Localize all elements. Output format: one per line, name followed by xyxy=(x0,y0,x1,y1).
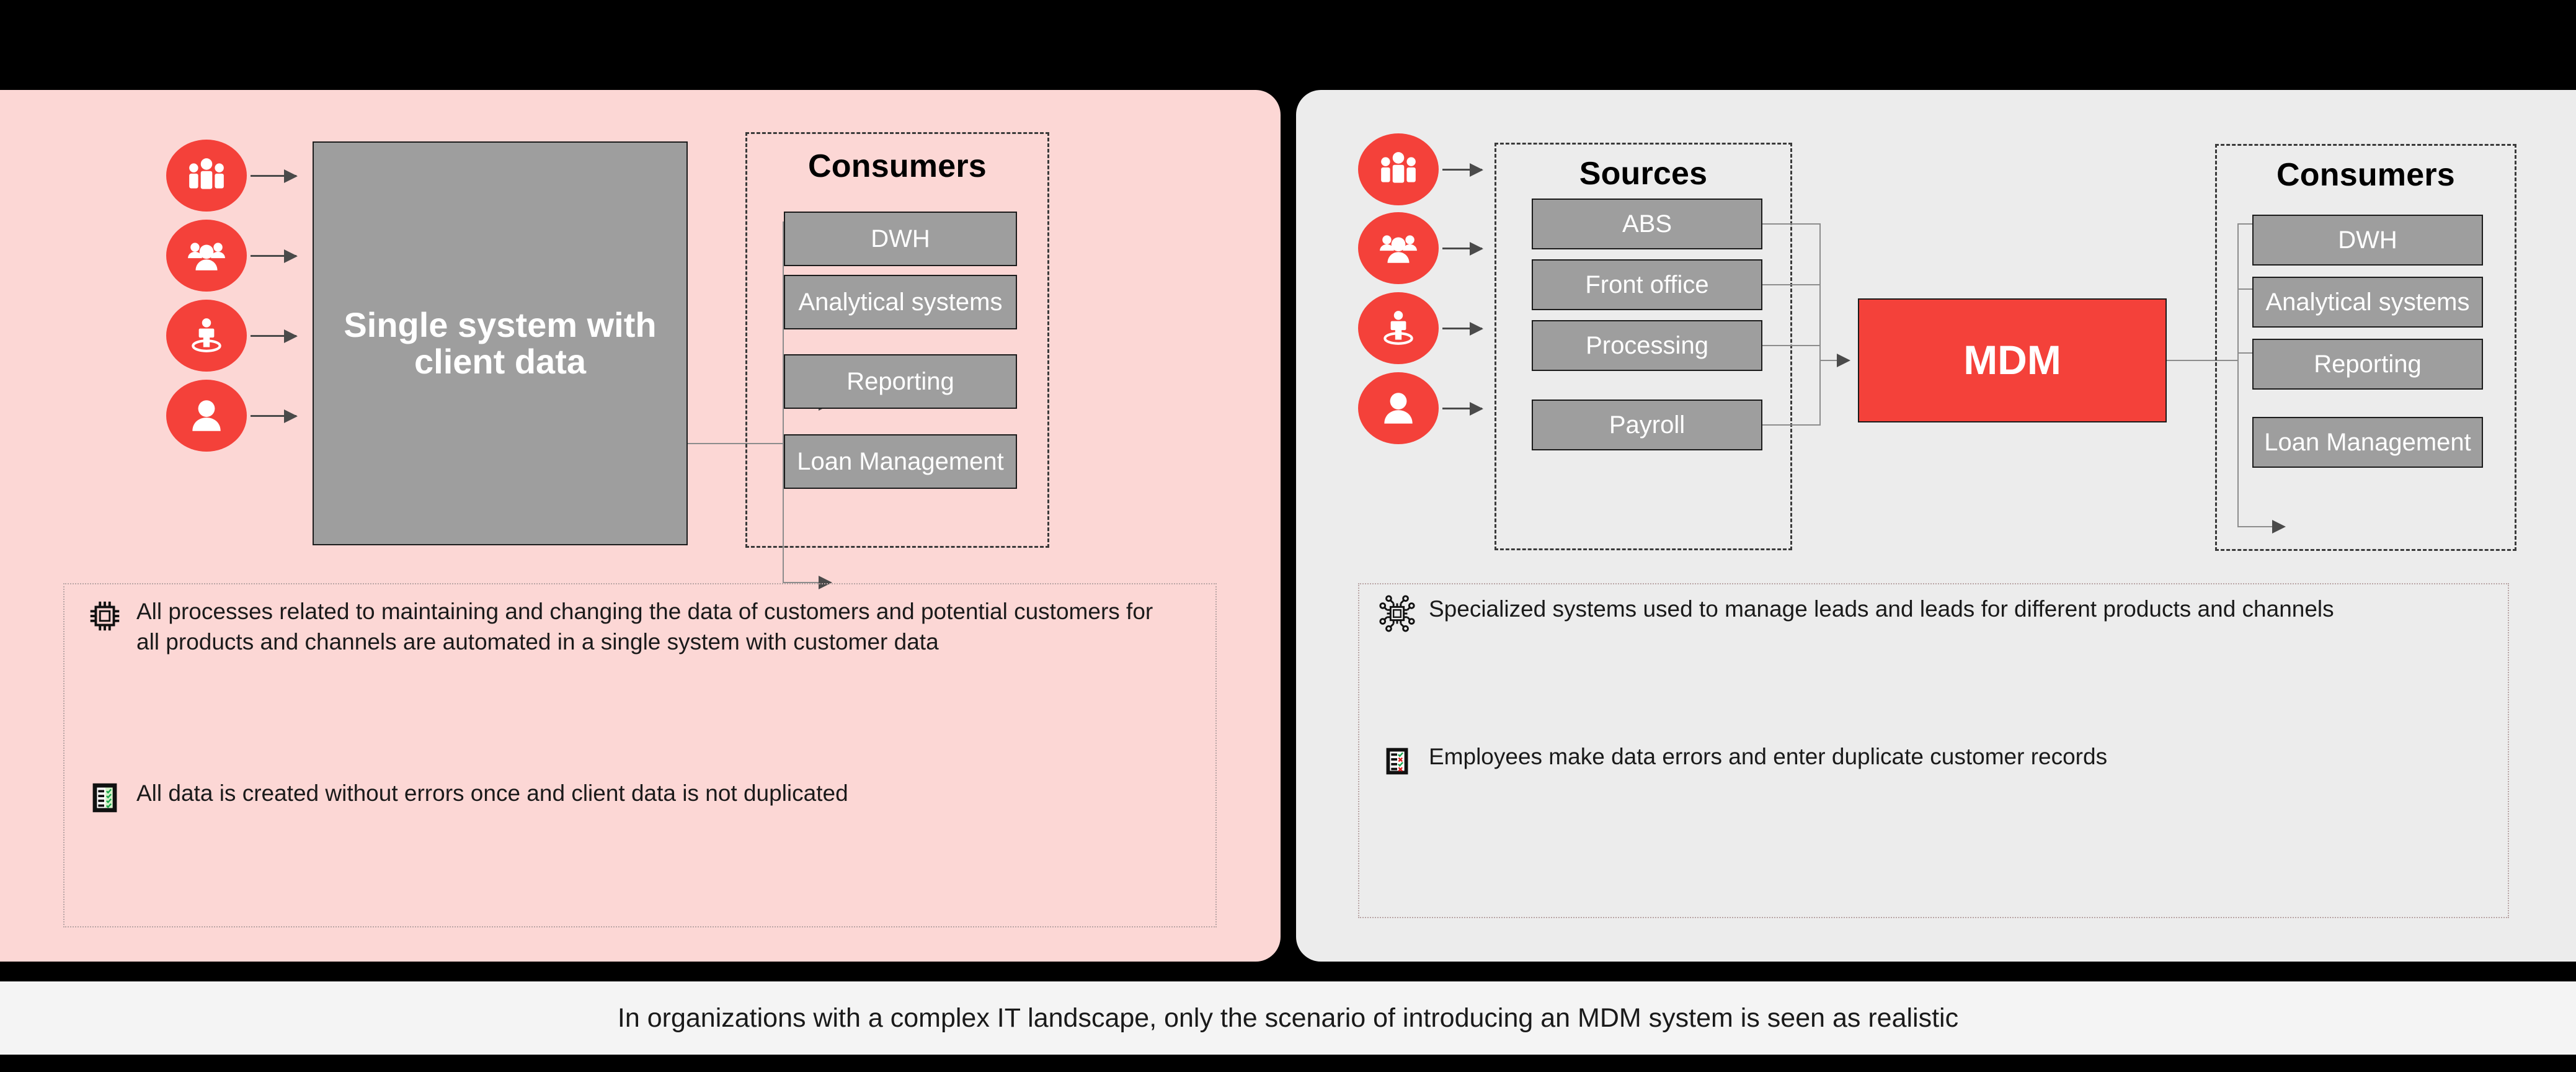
right-consumer-box-analytical-systems[interactable]: Analytical systems xyxy=(2252,277,2483,328)
single-person-icon xyxy=(1384,393,1413,424)
right-collect-branch-3 xyxy=(1762,424,1821,426)
mdm-hub-label: MDM xyxy=(1963,337,2061,383)
left-consumer-box-loan-management[interactable]: Loan Management xyxy=(784,434,1017,489)
left-consumer-label-1: Analytical systems xyxy=(798,288,1003,316)
right-consumer-label-1: Analytical systems xyxy=(2265,288,2470,316)
right-mdm-arrowhead xyxy=(1837,354,1850,367)
right-sources-title: Sources xyxy=(1579,156,1708,192)
left-consumers-title: Consumers xyxy=(808,148,987,184)
mdm-hub-box[interactable]: MDM xyxy=(1858,298,2167,422)
right-consumer-box-loan-management[interactable]: Loan Management xyxy=(2252,417,2483,468)
left-feed-arrow-0 xyxy=(251,169,298,183)
caption-bar: In organizations with a complex IT lands… xyxy=(0,981,2576,1055)
right-note-text-0: Specialized systems used to manage leads… xyxy=(1429,596,2334,622)
right-source-box-payroll[interactable]: Payroll xyxy=(1532,400,1762,450)
right-source-label-3: Payroll xyxy=(1609,411,1686,439)
left-feed-arrow-1 xyxy=(251,249,298,263)
right-source-icon-0[interactable] xyxy=(1358,133,1439,205)
right-source-icon-3[interactable] xyxy=(1358,372,1439,444)
right-note-text-1: Employees make data errors and enter dup… xyxy=(1429,744,2108,769)
right-feed-arrow-0 xyxy=(1442,163,1483,177)
checklist-all-ok-icon xyxy=(86,779,124,817)
single-person-icon xyxy=(192,400,221,431)
right-collect-branch-2 xyxy=(1762,345,1821,346)
left-source-icon-2[interactable] xyxy=(166,300,247,372)
left-consumer-label-3: Loan Management xyxy=(797,448,1004,475)
right-note-row-1: Employees make data errors and enter dup… xyxy=(1378,742,2513,780)
right-feed-arrow-3 xyxy=(1442,402,1483,416)
circuit-chip-icon xyxy=(1378,594,1416,633)
right-collect-branch-1 xyxy=(1762,284,1821,285)
left-consumer-label-2: Reporting xyxy=(846,368,954,395)
right-consumer-label-2: Reporting xyxy=(2314,351,2422,378)
team-people-icon xyxy=(1380,235,1417,263)
cpu-chip-icon xyxy=(86,597,124,635)
left-source-icon-0[interactable] xyxy=(166,140,247,212)
left-consumer-label-0: DWH xyxy=(871,225,930,252)
left-note-row-0: All processes related to maintaining and… xyxy=(86,597,1177,658)
right-consumer-box-dwh[interactable]: DWH xyxy=(2252,215,2483,266)
single-system-box[interactable]: Single system with client data xyxy=(313,141,688,545)
right-consumer-label-3: Loan Management xyxy=(2264,429,2471,456)
group-of-three-people-icon xyxy=(189,158,224,189)
checklist-mixed-icon xyxy=(1378,742,1416,780)
single-system-label: Single system with client data xyxy=(344,305,657,381)
right-source-box-abs[interactable]: ABS xyxy=(1532,199,1762,249)
left-feed-arrow-2 xyxy=(251,329,298,343)
left-feed-arrow-3 xyxy=(251,409,298,423)
left-consumer-box-analytical-systems[interactable]: Analytical systems xyxy=(784,275,1017,329)
left-consumer-box-dwh[interactable]: DWH xyxy=(784,212,1017,266)
left-note-text-1: All data is created without errors once … xyxy=(136,780,848,806)
right-source-box-processing[interactable]: Processing xyxy=(1532,320,1762,371)
left-consumer-box-reporting[interactable]: Reporting xyxy=(784,354,1017,409)
right-consumer-box-reporting[interactable]: Reporting xyxy=(2252,339,2483,390)
right-consumer-label-0: DWH xyxy=(2338,226,2397,254)
person-in-spotlight-icon xyxy=(192,318,221,352)
right-source-label-0: ABS xyxy=(1622,210,1672,238)
right-feed-arrow-2 xyxy=(1442,322,1483,336)
group-of-three-people-icon xyxy=(1381,152,1416,183)
right-source-label-2: Processing xyxy=(1586,332,1708,359)
right-source-box-front-office[interactable]: Front office xyxy=(1532,259,1762,310)
right-source-icon-1[interactable] xyxy=(1358,212,1439,284)
left-note-row-1: All data is created without errors once … xyxy=(86,779,1177,817)
right-feed-arrow-1 xyxy=(1442,242,1483,256)
right-note-row-0: Specialized systems used to manage leads… xyxy=(1378,594,2488,633)
right-collect-spine xyxy=(1819,223,1821,426)
right-consumers-title: Consumers xyxy=(2276,157,2455,193)
caption-text: In organizations with a complex IT lands… xyxy=(617,1003,1959,1033)
left-source-icon-3[interactable] xyxy=(166,380,247,452)
right-source-label-1: Front office xyxy=(1585,271,1709,298)
left-note-text-0: All processes related to maintaining and… xyxy=(136,599,1153,654)
left-source-icon-1[interactable] xyxy=(166,220,247,292)
person-in-spotlight-icon xyxy=(1383,311,1413,345)
team-people-icon xyxy=(188,243,225,270)
right-source-icon-2[interactable] xyxy=(1358,292,1439,364)
right-collect-branch-0 xyxy=(1762,223,1821,225)
